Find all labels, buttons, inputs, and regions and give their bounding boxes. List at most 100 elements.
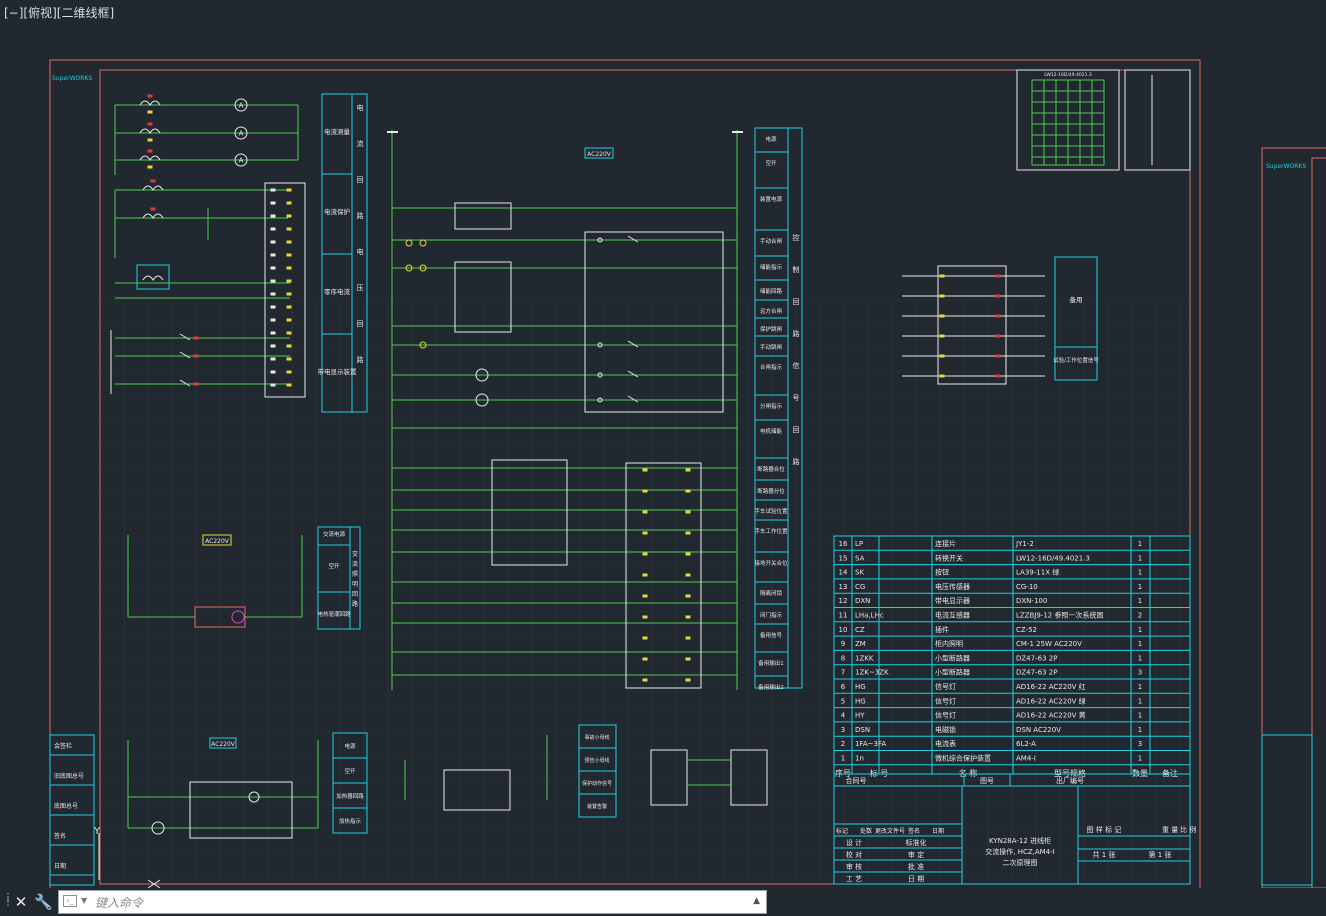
terminal-dot — [286, 383, 292, 387]
table-header: 名 称 — [959, 768, 978, 778]
terminal-dot — [270, 188, 276, 192]
terminal-dot — [286, 253, 292, 257]
left-strip-label: 会签栏 — [54, 742, 72, 750]
table-cell: 1 — [1138, 569, 1142, 577]
panel-row-label: 空开 — [765, 159, 777, 167]
ucs-y-icon: Y — [93, 826, 101, 837]
table-cell: 1 — [1138, 597, 1142, 605]
panel-side-label: 交 — [352, 550, 358, 558]
panel-row-label: 电流测量 — [324, 127, 351, 136]
chevron-up-icon[interactable]: ▲ — [753, 896, 760, 906]
table-cell: AD16-22 AC220V 绿 — [1016, 696, 1086, 705]
panel-side-label: 回 — [357, 176, 364, 184]
table-cell: 16 — [839, 540, 848, 548]
drawing-title-line: KYN28A-12 进线柜 — [989, 836, 1051, 845]
ct-coil-icon — [142, 213, 164, 219]
panel-row-label: 分闸指示 — [760, 402, 783, 410]
terminal-dot — [642, 468, 648, 472]
terminal — [995, 334, 1001, 338]
panel-side-label: 回 — [793, 298, 800, 306]
panel-row-label: 闭门指示 — [760, 611, 783, 619]
table-cell: AD16-22 AC220V 红 — [1016, 682, 1086, 691]
switch-contact — [179, 351, 191, 359]
table-cell: 信号灯 — [935, 711, 956, 720]
table-cell: 1ZK~3ZK — [855, 669, 889, 677]
terminal-dot — [286, 279, 292, 283]
panel-side-label: 回 — [357, 320, 364, 328]
panel-side-label: 信 — [793, 361, 800, 370]
panel-side-label: 路 — [357, 355, 364, 364]
table-cell: 1 — [1138, 640, 1142, 648]
chevron-down-icon[interactable]: ▼ — [81, 896, 87, 905]
table-cell: 1 — [1138, 697, 1142, 705]
close-icon[interactable]: ✕ — [12, 892, 30, 912]
title-cell: 审 定 — [908, 850, 924, 859]
panel-side-label: 路 — [352, 600, 358, 608]
breaker-mechanism-box — [584, 231, 724, 413]
terminal — [193, 382, 199, 386]
wrench-icon[interactable]: 🔧 — [34, 892, 53, 912]
terminal-dot — [642, 678, 648, 682]
table-cell: LHa,LHc — [855, 612, 884, 620]
ct-marker — [147, 94, 153, 98]
panel-row-label: 备用输出2 — [758, 683, 784, 691]
table-cell: 6L2-A — [1016, 740, 1036, 748]
table-cell: 电流互感器 — [935, 611, 970, 620]
drawing-canvas[interactable]: SuperWORKS会签栏旧底图总号底图总号签名日期SuperWORKSAAA电… — [0, 0, 1326, 888]
terminal — [995, 314, 1001, 318]
terminal-dot — [270, 370, 276, 374]
ac220v-label: AC220V — [587, 151, 612, 158]
terminal-dot — [685, 615, 691, 619]
terminal-dot — [286, 344, 292, 348]
table-cell: DXN-100 — [1016, 597, 1047, 605]
table-cell: 1 — [1138, 654, 1142, 662]
drag-handle-icon[interactable]: ⋮ ⋮ — [3, 893, 13, 909]
panel-row-label: 保护动作信号 — [582, 780, 612, 787]
table-cell: CG — [855, 583, 865, 591]
table-cell: 1 — [1138, 626, 1142, 634]
command-prompt-icon: ›_ — [63, 895, 77, 907]
terminal-dot — [270, 318, 276, 322]
terminal-dot — [286, 370, 292, 374]
title-cell: 更改文件号 — [875, 827, 905, 835]
terminal-dot — [286, 266, 292, 270]
title-cell: 审 核 — [846, 862, 862, 871]
panel-row-label: 电热驱潮回路 — [317, 610, 351, 618]
table-cell: 信号灯 — [935, 696, 956, 705]
table-cell: HY — [855, 712, 865, 720]
table-cell: 1 — [1138, 540, 1142, 548]
panel-side-label: 号 — [793, 394, 800, 402]
table-cell: 10 — [839, 626, 848, 634]
table-cell: 1 — [1138, 554, 1142, 562]
ct-coil-icon — [139, 155, 161, 161]
table-cell: LW12-16D/49.4021.3 — [1016, 554, 1090, 562]
terminal-dot — [685, 531, 691, 535]
panel-row-label: 隔离闭锁 — [760, 589, 783, 597]
terminal-dot — [642, 615, 648, 619]
command-input[interactable]: ›_ ▼ 键入命令 ▲ — [58, 890, 767, 914]
table-cell: 4 — [841, 712, 846, 720]
panel-side-label: 回 — [352, 591, 358, 598]
panel-row-label: 交流电源 — [323, 530, 346, 538]
terminal-dot — [270, 331, 276, 335]
title-cell: 日期 — [932, 827, 944, 835]
table-cell: 1FA~3FA — [855, 740, 886, 748]
panel-row-label: 加热器回路 — [336, 792, 364, 800]
table-cell: 小型断路器 — [935, 653, 970, 662]
panel-row-label: 备用信号 — [760, 631, 783, 639]
panel-row-label: 保护跳闸 — [760, 325, 782, 333]
title-cell: 批 准 — [908, 862, 924, 871]
position-label: 试验/工作位置信号 — [1053, 356, 1099, 364]
title-cell: 标记 — [836, 827, 848, 835]
terminal-dot — [286, 201, 292, 205]
terminal-dot — [685, 489, 691, 493]
drawing-title-line: 交流操作, HCZ,AM4-I — [985, 847, 1055, 856]
table-header: 备注 — [1162, 768, 1178, 778]
table-cell: 柜内照明 — [935, 639, 963, 648]
command-placeholder: 键入命令 — [95, 896, 144, 910]
title-scale: 比 例 — [1180, 825, 1196, 834]
terminal — [939, 374, 945, 378]
table-cell: 1 — [1138, 712, 1142, 720]
ammeter-symbol: A — [239, 130, 244, 138]
table-cell: 3 — [1138, 740, 1142, 748]
